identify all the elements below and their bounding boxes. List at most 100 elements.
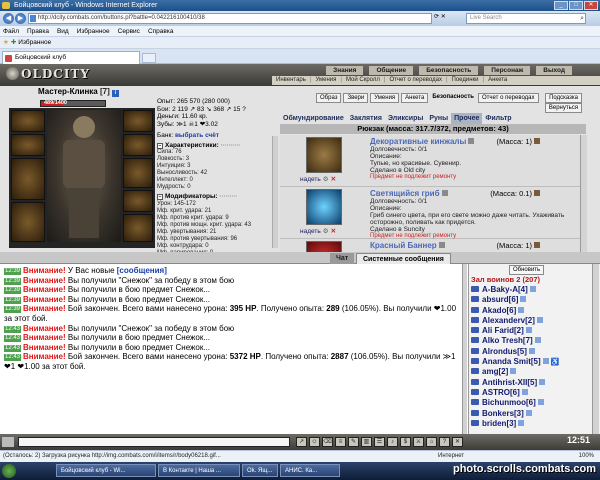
info-icon[interactable] [534, 337, 541, 344]
collapse-icon[interactable]: − [157, 194, 163, 200]
favorites-star-icon[interactable]: ★ [3, 39, 9, 46]
subnav-battles[interactable]: Поединки [452, 76, 479, 85]
slot-helmet[interactable] [123, 110, 153, 132]
nav-character[interactable]: Персонаж [484, 66, 531, 75]
smile-icon[interactable]: ☺ [309, 437, 320, 447]
info-icon[interactable] [510, 368, 517, 375]
subnav-inventory[interactable]: Инвентарь [276, 76, 306, 85]
stop-icon[interactable]: ✕ [441, 14, 446, 20]
zoom-level[interactable]: 100% [579, 451, 594, 462]
menu-help[interactable]: Справка [148, 26, 174, 36]
tab-chat[interactable]: Чат [330, 253, 355, 264]
task-combats[interactable]: Бойцовский клуб - Wi... [56, 464, 156, 477]
list-item[interactable]: Alko Tresh[7] [471, 336, 589, 346]
refresh-online-button[interactable]: Обновить [509, 265, 545, 275]
nav-exit[interactable]: Выход [536, 66, 572, 75]
info-icon[interactable] [528, 347, 535, 354]
list-item[interactable]: Ali Farid[2] [471, 326, 589, 336]
slot-gloves[interactable] [123, 190, 153, 212]
task-mail[interactable]: Ok. Ящ... [242, 464, 278, 477]
wear-link[interactable]: надеть [300, 176, 321, 183]
nav-communication[interactable]: Общение [369, 66, 414, 75]
info-icon[interactable] [525, 409, 532, 416]
button-profile[interactable]: Анкета [401, 93, 429, 103]
button-transfer-report[interactable]: Отчет о переводах [477, 93, 539, 103]
add-favorite-icon[interactable]: ✚ [11, 39, 16, 46]
list-item[interactable]: absurd[6] [471, 295, 589, 305]
button-pets[interactable]: Звери [343, 93, 369, 103]
forward-icon[interactable]: ▶ [15, 13, 26, 24]
menu-view[interactable]: Вид [57, 26, 69, 36]
filter-icon[interactable]: ≡ [335, 437, 346, 447]
tab-combats[interactable]: Бойцовский клуб [2, 51, 140, 64]
list-item[interactable]: briden[3] [471, 419, 589, 429]
info-icon[interactable] [537, 399, 544, 406]
item-image-daggers[interactable] [306, 137, 342, 173]
send-icon[interactable] [2, 437, 14, 447]
return-button[interactable]: Вернуться [544, 103, 582, 113]
items-scrollbar[interactable] [580, 135, 587, 252]
menu-file[interactable]: Файл [3, 26, 19, 36]
exit-icon[interactable]: ✕ [452, 437, 463, 447]
new-tab-button[interactable] [142, 53, 156, 63]
money-icon[interactable]: $ [400, 437, 411, 447]
drop-icon[interactable]: ✕ [331, 176, 336, 183]
list-item[interactable]: Akado[6] [471, 306, 589, 316]
info-icon[interactable] [518, 306, 525, 313]
bank-select-link[interactable]: выбрать счёт [175, 132, 219, 139]
wear-link[interactable]: надеть [300, 228, 321, 235]
subnav-skills[interactable]: Умения [315, 76, 336, 85]
favorites-label[interactable]: Избранное [18, 39, 51, 46]
drop-icon[interactable]: ✕ [331, 228, 336, 235]
subnav-transfers[interactable]: Отчет о переводах [389, 76, 442, 85]
minimize-button[interactable]: _ [554, 1, 568, 10]
info-icon[interactable] [539, 378, 546, 385]
mods-header[interactable]: − Модификаторы: · · · · · · · · · [157, 193, 275, 201]
tab-filter[interactable]: Фильтр [482, 113, 514, 124]
info-icon[interactable] [521, 388, 528, 395]
slot-amulet[interactable] [11, 134, 45, 156]
slot-boots[interactable] [123, 214, 153, 242]
search-input[interactable]: Live Search ⌕ [466, 13, 586, 24]
sound-icon[interactable]: ♪ [387, 437, 398, 447]
subnav-scroll[interactable]: Мой Скролл [346, 76, 380, 85]
tab-elixirs[interactable]: Эликсиры [385, 113, 426, 124]
item-name[interactable]: Декоративные кинжалы [370, 137, 580, 146]
trash-icon[interactable]: ▥ [361, 437, 372, 447]
stats-scrollbar[interactable] [272, 136, 278, 248]
tab-equipment[interactable]: Обмундирование [280, 113, 347, 124]
subnav-profile[interactable]: Анкета [488, 76, 507, 85]
chat-input[interactable] [18, 437, 290, 447]
hint-button[interactable]: Подсказка [545, 93, 582, 103]
slot-bracers[interactable] [123, 134, 153, 156]
erase-icon[interactable]: ⌫ [322, 437, 333, 447]
slot-weapon[interactable] [11, 158, 45, 200]
slot-armor[interactable] [11, 202, 45, 242]
online-scrollbar[interactable] [592, 264, 599, 434]
refresh-icon[interactable]: ⟳ [434, 14, 439, 20]
search-icon[interactable]: ⌕ [580, 14, 584, 23]
messages-link[interactable]: [сообщения] [117, 266, 167, 275]
map-icon[interactable]: ⌂ [426, 437, 437, 447]
info-icon[interactable] [520, 296, 527, 303]
menu-edit[interactable]: Правка [27, 26, 49, 36]
item-info-icon[interactable]: ⚙ [323, 176, 329, 183]
nav-security[interactable]: Безопасность [419, 66, 479, 75]
maximize-button[interactable]: □ [569, 1, 583, 10]
tab-other[interactable]: Прочее [451, 113, 483, 124]
arrow-icon[interactable]: ↗ [296, 437, 307, 447]
button-skills[interactable]: Умения [370, 93, 400, 103]
item-name[interactable]: Светящийся гриб [370, 189, 580, 198]
list-item[interactable]: ASTRO[6] [471, 388, 589, 398]
item-info-icon[interactable]: ⚙ [323, 228, 329, 235]
close-button[interactable]: ✕ [584, 1, 598, 10]
slot-shield[interactable] [123, 158, 153, 188]
button-image[interactable]: Образ [316, 93, 342, 103]
chat-scrollbar[interactable] [462, 264, 467, 434]
task-anis[interactable]: АНИС. Ка... [280, 464, 340, 477]
list-item[interactable]: A-Baky-A[4] [471, 285, 589, 295]
chars-header[interactable]: − Характеристики: · · · · · · · · · · [157, 142, 275, 150]
info-icon[interactable] [518, 419, 525, 426]
menu-tools[interactable]: Сервис [118, 26, 140, 36]
task-vkontakte[interactable]: В Контакте | Наша ... [158, 464, 240, 477]
